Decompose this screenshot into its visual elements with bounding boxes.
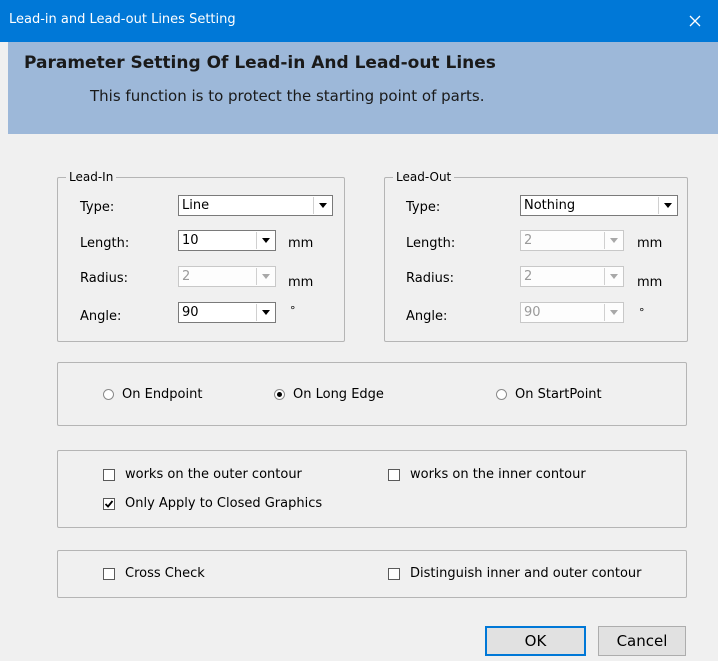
- chevron-down-icon[interactable]: [256, 304, 274, 321]
- checkbox[interactable]: [103, 468, 115, 481]
- radio-button[interactable]: [103, 389, 114, 400]
- dialog-heading: Parameter Setting Of Lead-in And Lead-ou…: [24, 53, 496, 73]
- lead-out-radius-value: 2: [524, 269, 533, 284]
- inner-contour-checkbox[interactable]: works on the inner contour: [388, 467, 586, 482]
- title-bar: Lead-in and Lead-out Lines Setting: [0, 0, 718, 42]
- lead-out-length-label: Length:: [406, 236, 456, 251]
- distinguish-contour-label: Distinguish inner and outer contour: [410, 566, 642, 581]
- lead-in-radius-label: Radius:: [80, 271, 128, 286]
- lead-out-radius-unit: mm: [637, 275, 663, 290]
- lead-in-length-label: Length:: [80, 236, 130, 251]
- lead-in-angle-label: Angle:: [80, 309, 122, 324]
- lead-in-angle-combo[interactable]: 90: [178, 302, 276, 323]
- cross-check-checkbox[interactable]: Cross Check: [103, 566, 205, 581]
- radio-on-startpoint-label: On StartPoint: [515, 387, 602, 402]
- lead-out-type-select[interactable]: Nothing: [520, 195, 678, 216]
- chevron-down-icon[interactable]: [604, 232, 622, 249]
- chevron-down-icon[interactable]: [604, 304, 622, 321]
- lead-out-radius-combo[interactable]: 2: [520, 266, 624, 287]
- outer-contour-checkbox[interactable]: works on the outer contour: [103, 467, 302, 482]
- lead-out-radius-label: Radius:: [406, 271, 454, 286]
- lead-out-angle-value: 90: [524, 305, 541, 320]
- chevron-down-icon[interactable]: [313, 197, 331, 214]
- outer-contour-label: works on the outer contour: [125, 467, 302, 482]
- distinguish-contour-checkbox[interactable]: Distinguish inner and outer contour: [388, 566, 642, 581]
- lead-out-type-value: Nothing: [524, 198, 576, 213]
- radio-on-startpoint[interactable]: On StartPoint: [496, 387, 602, 402]
- lead-in-radius-value: 2: [182, 269, 191, 284]
- lead-out-length-combo[interactable]: 2: [520, 230, 624, 251]
- lead-in-radius-combo[interactable]: 2: [178, 266, 276, 287]
- radio-button[interactable]: [496, 389, 507, 400]
- lead-in-type-label: Type:: [80, 200, 115, 215]
- lead-in-length-unit: mm: [288, 236, 314, 251]
- chevron-down-icon[interactable]: [256, 232, 274, 249]
- lead-in-type-value: Line: [182, 198, 210, 213]
- chevron-down-icon[interactable]: [658, 197, 676, 214]
- dialog-subtitle: This function is to protect the starting…: [90, 87, 485, 105]
- lead-out-legend: Lead-Out: [396, 170, 452, 184]
- checkmark-icon: [104, 499, 114, 508]
- lead-in-angle-unit: °: [290, 304, 296, 317]
- checkbox[interactable]: [103, 567, 115, 580]
- close-icon[interactable]: [672, 0, 718, 42]
- lead-out-length-value: 2: [524, 233, 533, 248]
- chevron-down-icon[interactable]: [256, 268, 274, 285]
- lead-out-type-label: Type:: [406, 200, 441, 215]
- radio-on-endpoint-label: On Endpoint: [122, 387, 203, 402]
- radio-button-selected[interactable]: [274, 389, 285, 400]
- lead-out-angle-label: Angle:: [406, 309, 448, 324]
- radio-on-endpoint[interactable]: On Endpoint: [103, 387, 202, 402]
- cancel-button[interactable]: Cancel: [598, 626, 686, 656]
- cross-check-label: Cross Check: [125, 566, 205, 581]
- lead-out-angle-combo[interactable]: 90: [520, 302, 624, 323]
- lead-in-length-combo[interactable]: 10: [178, 230, 276, 251]
- closed-graphics-label: Only Apply to Closed Graphics: [125, 496, 323, 511]
- header-banner: Parameter Setting Of Lead-in And Lead-ou…: [8, 42, 718, 134]
- inner-contour-label: works on the inner contour: [410, 467, 586, 482]
- lead-out-angle-unit: °: [639, 306, 645, 319]
- lead-in-angle-value: 90: [182, 305, 199, 320]
- lead-in-length-value: 10: [182, 233, 199, 248]
- radio-on-long-edge-label: On Long Edge: [293, 387, 384, 402]
- lead-in-legend: Lead-In: [69, 170, 114, 184]
- closed-graphics-checkbox[interactable]: Only Apply to Closed Graphics: [103, 496, 322, 511]
- checkbox[interactable]: [388, 567, 400, 580]
- lead-out-length-unit: mm: [637, 236, 663, 251]
- chevron-down-icon[interactable]: [604, 268, 622, 285]
- lead-in-radius-unit: mm: [288, 275, 314, 290]
- ok-button[interactable]: OK: [485, 626, 586, 656]
- window-title: Lead-in and Lead-out Lines Setting: [9, 12, 236, 27]
- radio-on-long-edge[interactable]: On Long Edge: [274, 387, 384, 402]
- lead-in-type-select[interactable]: Line: [178, 195, 333, 216]
- contour-group: [57, 450, 687, 528]
- checkbox[interactable]: [388, 468, 400, 481]
- checkbox-checked[interactable]: [103, 497, 115, 510]
